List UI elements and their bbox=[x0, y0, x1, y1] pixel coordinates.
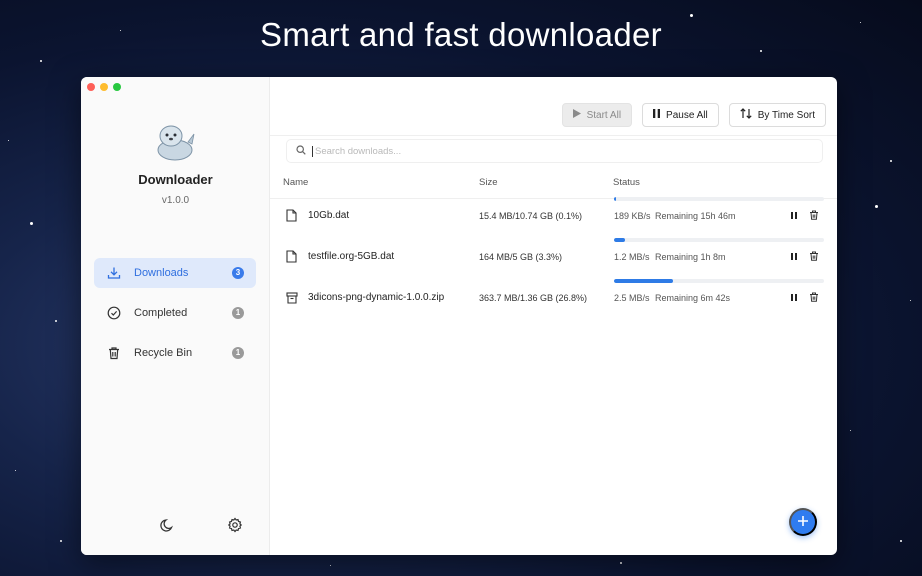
zoom-window-button[interactable] bbox=[113, 83, 121, 91]
file-name: testfile.org-5GB.dat bbox=[308, 251, 395, 262]
table-row[interactable]: 10Gb.dat 15.4 MB/10.74 GB (0.1%) 189 KB/… bbox=[270, 197, 837, 250]
app-window: Downloader v1.0.0 Downloads 3 Completed bbox=[81, 77, 837, 555]
sidebar-item-recycle-bin[interactable]: Recycle Bin 1 bbox=[94, 338, 256, 368]
promo-headline: Smart and fast downloader bbox=[260, 16, 662, 53]
plus-icon bbox=[797, 515, 809, 530]
trash-icon[interactable] bbox=[808, 209, 820, 221]
pause-all-button[interactable]: Pause All bbox=[642, 103, 719, 127]
sidebar: Downloader v1.0.0 Downloads 3 Completed bbox=[81, 77, 270, 555]
sidebar-item-label: Downloads bbox=[134, 267, 189, 279]
sidebar-item-completed[interactable]: Completed 1 bbox=[94, 298, 256, 328]
sidebar-item-downloads[interactable]: Downloads 3 bbox=[94, 258, 256, 288]
file-icon bbox=[286, 250, 297, 268]
trash-icon bbox=[106, 345, 122, 361]
pause-icon[interactable] bbox=[788, 209, 800, 221]
pause-icon[interactable] bbox=[788, 291, 800, 303]
table-row[interactable]: testfile.org-5GB.dat 164 MB/5 GB (3.3%) … bbox=[270, 238, 837, 291]
pause-icon bbox=[653, 109, 661, 121]
download-speed: 1.2 MB/s bbox=[614, 252, 650, 262]
count-badge: 1 bbox=[232, 347, 244, 359]
start-all-button[interactable]: Start All bbox=[561, 103, 633, 127]
sort-arrows-icon bbox=[740, 108, 752, 122]
column-header-name[interactable]: Name bbox=[283, 177, 308, 188]
file-size: 15.4 MB/10.74 GB (0.1%) bbox=[479, 211, 583, 221]
sidebar-item-label: Recycle Bin bbox=[134, 347, 193, 359]
time-remaining: Remaining 6m 42s bbox=[655, 293, 731, 303]
check-circle-icon bbox=[106, 305, 122, 321]
pause-all-label: Pause All bbox=[666, 109, 708, 121]
progress-fill bbox=[614, 279, 673, 283]
progress-bar bbox=[614, 279, 824, 283]
start-all-label: Start All bbox=[586, 109, 622, 121]
trash-icon[interactable] bbox=[808, 291, 820, 303]
time-remaining: Remaining 1h 8m bbox=[655, 252, 726, 262]
archive-icon bbox=[286, 291, 298, 309]
play-icon bbox=[572, 109, 581, 121]
progress-fill bbox=[614, 238, 625, 242]
search-input[interactable] bbox=[312, 145, 792, 157]
window-controls bbox=[87, 83, 121, 91]
progress-bar bbox=[614, 238, 824, 242]
progress-bar bbox=[614, 197, 824, 201]
sidebar-footer bbox=[81, 517, 270, 537]
progress-fill bbox=[614, 197, 617, 201]
moon-icon[interactable] bbox=[160, 517, 176, 538]
column-header-status[interactable]: Status bbox=[613, 177, 640, 188]
table-header: Name Size Status bbox=[270, 175, 837, 199]
trash-icon[interactable] bbox=[808, 250, 820, 262]
add-download-button[interactable] bbox=[789, 508, 817, 536]
toolbar-divider bbox=[270, 135, 837, 136]
minimize-window-button[interactable] bbox=[100, 83, 108, 91]
close-window-button[interactable] bbox=[87, 83, 95, 91]
pause-icon[interactable] bbox=[788, 250, 800, 262]
count-badge: 3 bbox=[232, 267, 244, 279]
file-name: 10Gb.dat bbox=[308, 210, 350, 221]
count-badge: 1 bbox=[232, 307, 244, 319]
time-remaining: Remaining 15h 46m bbox=[655, 211, 736, 221]
file-icon bbox=[286, 209, 297, 227]
gear-icon[interactable] bbox=[227, 517, 243, 538]
sort-button[interactable]: By Time Sort bbox=[728, 103, 826, 127]
sidebar-item-label: Completed bbox=[134, 307, 188, 319]
search-icon bbox=[296, 142, 306, 160]
download-icon bbox=[106, 265, 122, 281]
toolbar: Start All Pause All By Time Sort bbox=[561, 103, 826, 127]
file-size: 363.7 MB/1.36 GB (26.8%) bbox=[479, 293, 588, 303]
download-speed: 2.5 MB/s bbox=[614, 293, 650, 303]
file-size: 164 MB/5 GB (3.3%) bbox=[479, 252, 563, 262]
app-name: Downloader bbox=[138, 172, 213, 187]
table-row[interactable]: 3dicons-png-dynamic-1.0.0.zip 363.7 MB/1… bbox=[270, 279, 837, 332]
download-speed: 189 KB/s bbox=[614, 211, 651, 221]
seal-mascot-icon bbox=[157, 125, 195, 161]
sort-label: By Time Sort bbox=[757, 109, 815, 121]
main-panel: Start All Pause All By Time Sort Search … bbox=[270, 77, 837, 555]
file-name: 3dicons-png-dynamic-1.0.0.zip bbox=[308, 292, 445, 303]
column-header-size[interactable]: Size bbox=[479, 177, 497, 188]
search-box[interactable] bbox=[286, 139, 823, 163]
sidebar-nav: Downloads 3 Completed 1 Recycle Bin 1 bbox=[94, 258, 256, 378]
app-version: v1.0.0 bbox=[161, 195, 190, 206]
